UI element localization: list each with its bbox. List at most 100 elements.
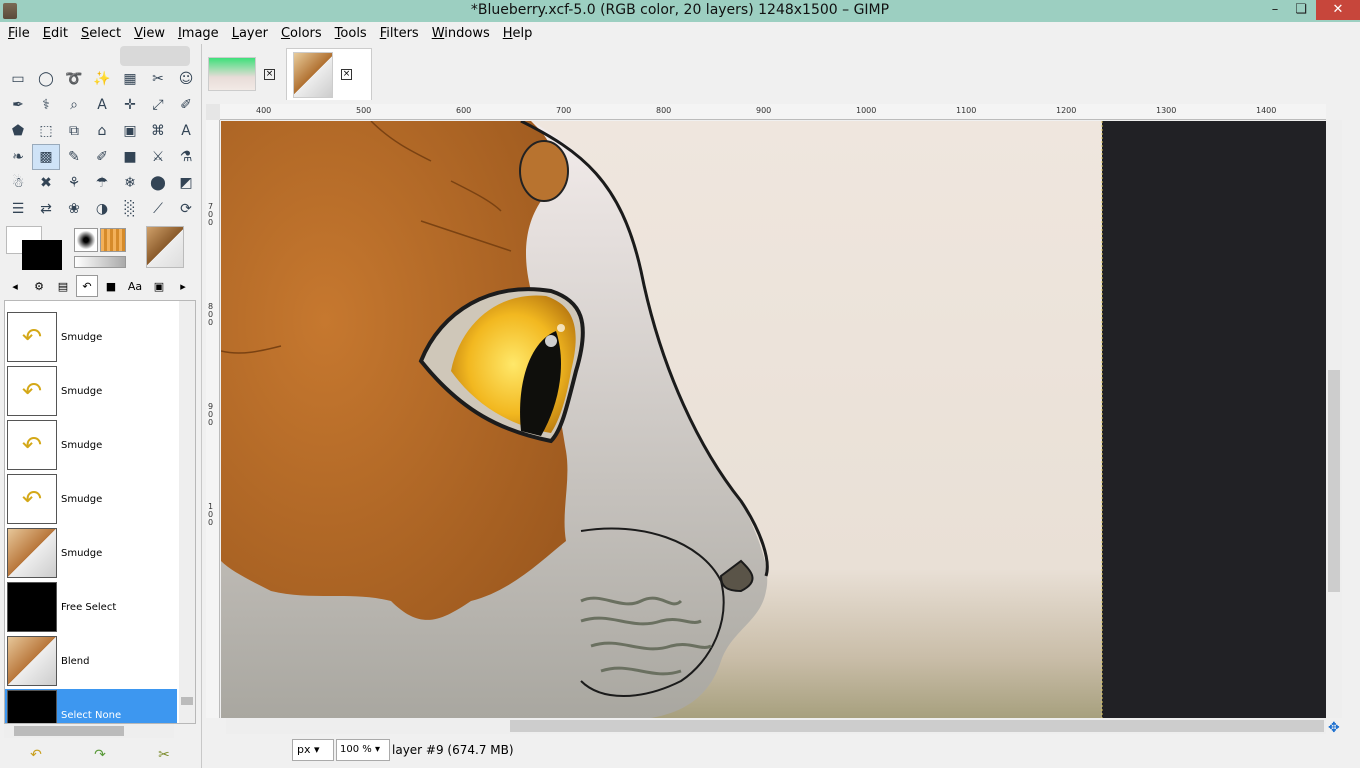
clear-history-icon[interactable]: ✂ — [158, 747, 170, 763]
bucket-fill-tool-icon[interactable]: ❧ — [4, 144, 32, 170]
blur-sharpen-tool-icon[interactable]: ☂ — [88, 170, 116, 196]
foreground-select-tool-icon[interactable]: ☺ — [172, 66, 200, 92]
tab-scroll-right-icon[interactable]: ▸ — [172, 275, 194, 297]
clone-tool-icon[interactable]: ☃ — [4, 170, 32, 196]
history-item-selected[interactable]: Select None — [5, 689, 177, 723]
text-tool-icon[interactable]: A — [172, 118, 200, 144]
close-tab-icon[interactable]: × — [264, 68, 275, 80]
colorize-tool-icon[interactable]: ❀ — [60, 196, 88, 222]
canvas-vertical-scrollbar-thumb[interactable] — [1328, 370, 1340, 592]
rect-select-tool-icon[interactable]: ▭ — [4, 66, 32, 92]
image-tab[interactable]: × — [208, 48, 275, 100]
scale-tool-icon[interactable]: ⬚ — [32, 118, 60, 144]
color-select-tool-icon[interactable]: ▦ — [116, 66, 144, 92]
vertical-ruler[interactable]: 7 0 0 8 0 0 9 0 0 1 0 0 — [206, 120, 220, 718]
menu-help[interactable]: Help — [499, 26, 537, 41]
unit-select[interactable]: px ▾ — [292, 739, 334, 761]
perspective-clone-tool-icon[interactable]: ⚘ — [60, 170, 88, 196]
zoom-tool-icon[interactable]: ⌕ — [60, 92, 88, 118]
curves-tool-icon[interactable]: ⟋ — [144, 196, 172, 222]
history-item[interactable]: ↶ Smudge — [5, 311, 177, 363]
maximize-button[interactable]: ❏ — [1288, 0, 1314, 20]
gradient-preview[interactable] — [74, 256, 126, 268]
tab-device-status-icon[interactable]: ▤ — [52, 275, 74, 297]
move-tool-icon[interactable]: ✛ — [116, 92, 144, 118]
close-tab-icon[interactable]: × — [341, 69, 352, 80]
fuzzy-select-tool-icon[interactable]: ✨ — [88, 66, 116, 92]
free-select-tool-icon[interactable]: ➰ — [60, 66, 88, 92]
ink-tool-icon[interactable]: ⚗ — [172, 144, 200, 170]
history-scrollbar-thumb[interactable] — [181, 697, 193, 705]
tab-scroll-left-icon[interactable]: ◂ — [4, 275, 26, 297]
tab-images-icon[interactable]: ■ — [100, 275, 122, 297]
toolbox-drag-area[interactable] — [120, 46, 190, 66]
canvas-horizontal-scrollbar[interactable] — [226, 718, 1326, 734]
navigate-icon[interactable]: ✥ — [1328, 720, 1340, 736]
minimize-button[interactable]: – — [1262, 0, 1288, 20]
menu-windows[interactable]: Windows — [428, 26, 494, 41]
tab-templates-icon[interactable]: ▣ — [148, 275, 170, 297]
close-button[interactable]: ✕ — [1316, 0, 1360, 20]
paths-tool-icon[interactable]: ✒ — [4, 92, 32, 118]
scissors-tool-icon[interactable]: ✂ — [144, 66, 172, 92]
history-hscrollbar-thumb[interactable] — [14, 726, 124, 736]
blend-tool-icon[interactable]: ▩ — [32, 144, 60, 170]
menu-view[interactable]: View — [130, 26, 169, 41]
tab-undo-history-icon[interactable]: ↶ — [76, 275, 98, 297]
image-tab-active[interactable]: × — [286, 48, 372, 100]
rotate-tool-icon[interactable]: ⬟ — [4, 118, 32, 144]
levels-tool-icon[interactable]: ⟳ — [172, 196, 200, 222]
heal-tool-icon[interactable]: ✖ — [32, 170, 60, 196]
redo-icon[interactable]: ↷ — [94, 747, 106, 763]
undo-icon[interactable]: ↶ — [30, 747, 42, 763]
pencil-tool-icon[interactable]: ✎ — [60, 144, 88, 170]
desaturate-tool-icon[interactable]: ◩ — [172, 170, 200, 196]
eraser-tool-icon[interactable]: ■ — [116, 144, 144, 170]
history-item[interactable]: ↶ Smudge — [5, 365, 177, 417]
brush-preview[interactable] — [74, 228, 98, 252]
shear-tool-icon[interactable]: ⧉ — [60, 118, 88, 144]
pattern-preview[interactable] — [100, 228, 126, 252]
paintbrush-tool-icon[interactable]: ✐ — [88, 144, 116, 170]
perspective-tool-icon[interactable]: ⌂ — [88, 118, 116, 144]
color-picker-tool-icon[interactable]: ⚕ — [32, 92, 60, 118]
menu-filters[interactable]: Filters — [376, 26, 423, 41]
align-tool-icon[interactable]: ⤢ — [144, 92, 172, 118]
menu-edit[interactable]: Edit — [39, 26, 72, 41]
menu-layer[interactable]: Layer — [228, 26, 272, 41]
airbrush-tool-icon[interactable]: ⚔ — [144, 144, 172, 170]
menu-file[interactable]: File — [4, 26, 34, 41]
menu-image[interactable]: Image — [174, 26, 223, 41]
history-hscrollbar[interactable] — [4, 724, 174, 738]
background-color-swatch[interactable] — [22, 240, 62, 270]
history-item[interactable]: Blend — [5, 635, 177, 687]
active-image-thumbnail[interactable] — [146, 226, 184, 268]
menu-colors[interactable]: Colors — [277, 26, 326, 41]
history-item[interactable]: ↶ Smudge — [5, 473, 177, 525]
canvas-vertical-scrollbar[interactable] — [1326, 120, 1342, 718]
history-item[interactable]: Smudge — [5, 527, 177, 579]
history-item[interactable]: Free Select — [5, 581, 177, 633]
zoom-select[interactable]: 100 % ▾ — [336, 739, 390, 761]
fg-bg-color-selector[interactable] — [6, 226, 62, 270]
threshold-tool-icon[interactable]: ░ — [116, 196, 144, 222]
history-scrollbar[interactable] — [179, 301, 195, 723]
dodge-burn-tool-icon[interactable]: ⬤ — [144, 170, 172, 196]
cage-transform-tool-icon[interactable]: ⌘ — [144, 118, 172, 144]
canvas-horizontal-scrollbar-thumb[interactable] — [510, 720, 1324, 732]
hue-saturation-tool-icon[interactable]: ⇄ — [32, 196, 60, 222]
menu-select[interactable]: Select — [77, 26, 125, 41]
horizontal-ruler[interactable]: 400 500 600 700 800 900 1000 1100 1200 1… — [220, 104, 1326, 120]
tab-tool-options-icon[interactable]: ⚙ — [28, 275, 50, 297]
color-balance-tool-icon[interactable]: ☰ — [4, 196, 32, 222]
measure-tool-icon[interactable]: A — [88, 92, 116, 118]
flip-tool-icon[interactable]: ▣ — [116, 118, 144, 144]
history-item[interactable]: ↶ Smudge — [5, 419, 177, 471]
image-canvas[interactable] — [221, 121, 1326, 718]
tab-fonts-icon[interactable]: Aa — [124, 275, 146, 297]
ruler-corner[interactable] — [206, 104, 220, 120]
smudge-tool-icon[interactable]: ❄ — [116, 170, 144, 196]
menu-tools[interactable]: Tools — [331, 26, 371, 41]
crop-tool-icon[interactable]: ✐ — [172, 92, 200, 118]
brightness-contrast-tool-icon[interactable]: ◑ — [88, 196, 116, 222]
